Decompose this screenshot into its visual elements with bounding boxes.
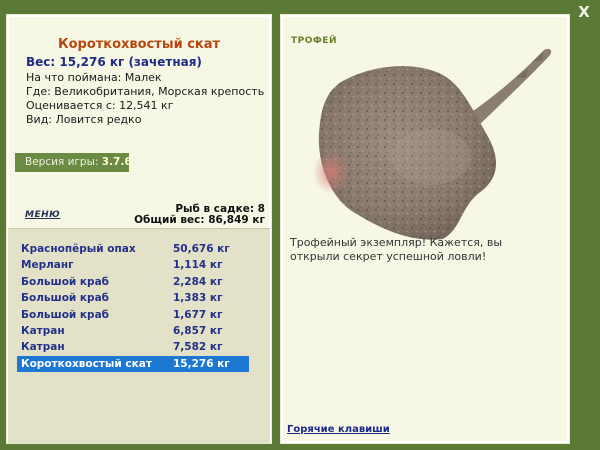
catch-weight: 50,676 кг xyxy=(173,243,230,255)
hotkeys-link[interactable]: Горячие клавиши xyxy=(287,424,390,435)
catch-name: Большой краб xyxy=(21,308,109,321)
catch-weight: 2,284 кг xyxy=(173,275,223,288)
fish-value: Оценивается с: 12,541 кг xyxy=(26,99,174,112)
version-number: 3.7.6 xyxy=(101,156,132,168)
fish-bait: На что поймана: Малек xyxy=(26,71,162,84)
catch-name: Катран xyxy=(21,341,65,354)
catch-weight: 1,114 кг xyxy=(173,259,223,272)
catch-list-area: Краснопёрый опах 50,676 кг Мерланг 1,114… xyxy=(8,228,270,443)
catch-row[interactable]: Катран 7,582 кг xyxy=(17,339,249,355)
catch-name: Большой краб xyxy=(21,275,109,288)
catch-name: Мерланг xyxy=(21,259,74,272)
trophy-panel: ТРОФЕЙ Трофейный экземпляр! Кажется, вы … xyxy=(280,14,570,444)
catch-name: Большой краб xyxy=(21,292,109,305)
fish-weight: Вес: 15,276 кг (зачетная) xyxy=(26,55,202,69)
menu-button[interactable]: МЕНЮ xyxy=(25,210,60,220)
fish-place: Где: Великобритания, Морская крепость xyxy=(26,85,265,98)
fish-info-panel: Короткохвостый скат Вес: 15,276 кг (заче… xyxy=(6,14,272,444)
close-icon[interactable]: X xyxy=(578,3,590,21)
version-label: Версия игры: xyxy=(25,156,99,168)
fish-kind: Вид: Ловится редко xyxy=(26,113,142,126)
keepnet-total-weight: Общий вес: 86,849 кг xyxy=(134,214,265,226)
catch-weight: 1,383 кг xyxy=(173,292,223,305)
catch-row[interactable]: Катран 6,857 кг xyxy=(17,323,249,339)
game-version: Версия игры: 3.7.6 xyxy=(15,153,132,172)
fish-name: Короткохвостый скат xyxy=(57,37,221,52)
catch-name: Короткохвостый скат xyxy=(21,357,152,370)
catch-weight: 15,276 кг xyxy=(173,357,230,370)
catch-weight: 1,677 кг xyxy=(173,308,223,321)
catch-row[interactable]: Большой краб 2,284 кг xyxy=(17,274,249,290)
catch-row[interactable]: Мерланг 1,114 кг xyxy=(17,257,249,273)
catch-row[interactable]: Короткохвостый скат 15,276 кг xyxy=(17,355,249,373)
catch-name: Катран xyxy=(21,324,65,337)
catch-weight: 6,857 кг xyxy=(173,324,223,337)
trophy-message: Трофейный экземпляр! Кажется, вы открыли… xyxy=(290,236,503,263)
catch-weight: 7,582 кг xyxy=(173,341,223,354)
catch-row[interactable]: Большой краб 1,383 кг xyxy=(17,290,249,306)
catch-list: Краснопёрый опах 50,676 кг Мерланг 1,114… xyxy=(17,241,249,373)
ray-fish-picture xyxy=(313,48,552,240)
close-button[interactable]: X xyxy=(576,4,592,20)
catch-row[interactable]: Краснопёрый опах 50,676 кг xyxy=(17,241,249,257)
catch-row[interactable]: Большой краб 1,677 кг xyxy=(17,307,249,323)
catch-name: Краснопёрый опах xyxy=(21,243,136,255)
